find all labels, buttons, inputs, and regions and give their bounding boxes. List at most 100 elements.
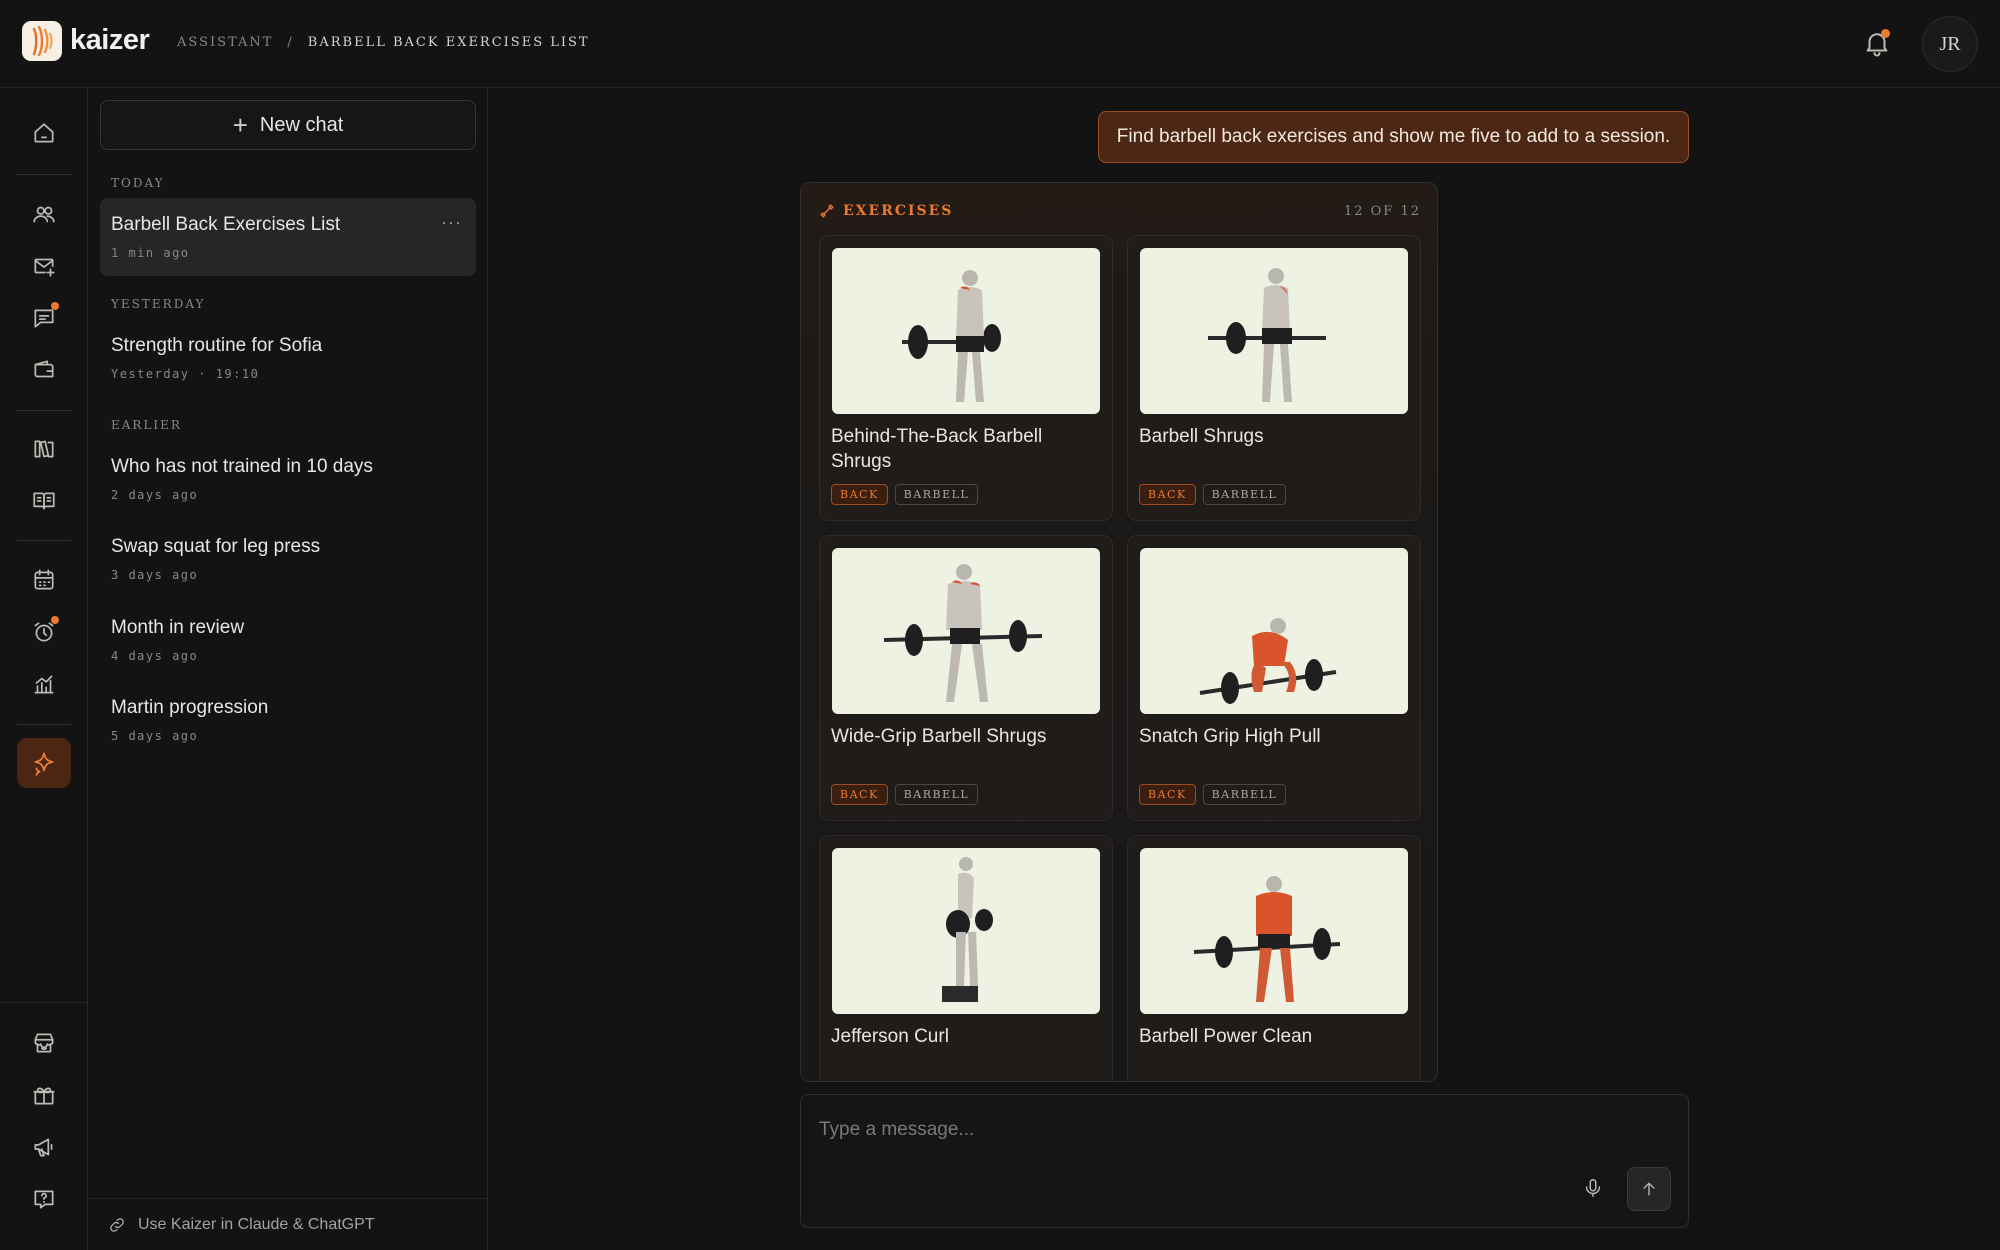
exercise-tile[interactable]: Behind-The-Back Barbell Shrugs BACK BARB… — [819, 235, 1113, 521]
home-icon — [34, 123, 54, 143]
exercise-image — [832, 848, 1100, 1014]
tag-barbell: BARBELL — [894, 784, 979, 805]
notification-badge — [1881, 29, 1890, 38]
exercise-image — [832, 248, 1100, 414]
exercise-tile[interactable]: Barbell Power Clean — [1127, 835, 1421, 1081]
link-icon — [110, 1217, 124, 1232]
tag-back: BACK — [831, 784, 888, 805]
exercises-result-card: EXERCISES 12 OF 12 Behind-The-Back Barbe… — [800, 182, 1438, 1082]
nav-messages[interactable] — [17, 293, 71, 343]
messages-badge — [51, 302, 59, 310]
exercise-name: Wide-Grip Barbell Shrugs — [831, 726, 1047, 747]
chat-item-barbell-back[interactable]: Barbell Back Exercises List 1 min ago ··… — [100, 198, 476, 276]
chat-item-not-trained[interactable]: Who has not trained in 10 days 2 days ag… — [100, 440, 476, 518]
new-chat-button[interactable]: + New chat — [100, 100, 476, 150]
rail-divider — [0, 1002, 88, 1003]
notifications-button[interactable] — [1862, 28, 1892, 58]
exercise-image — [1140, 548, 1408, 714]
nav-reminders[interactable] — [17, 607, 71, 657]
sparkle-icon — [34, 752, 54, 776]
chat-item-title: Barbell Back Exercises List — [111, 214, 341, 235]
analytics-icon — [34, 675, 54, 694]
chat-item-swap-squat[interactable]: Swap squat for leg press 3 days ago — [100, 520, 476, 598]
mail-plus-icon — [34, 258, 55, 277]
nav-payments[interactable] — [17, 345, 71, 395]
nav-announcements[interactable] — [17, 1122, 71, 1172]
exercise-tags: BACK BARBELL — [831, 784, 979, 805]
exercise-tile[interactable]: Snatch Grip High Pull BACK BARBELL — [1127, 535, 1421, 821]
chat-item-strength-routine[interactable]: Strength routine for Sofia Yesterday · 1… — [100, 319, 476, 397]
exercise-name: Jefferson Curl — [831, 1026, 949, 1047]
gift-icon — [33, 1087, 55, 1105]
rail-divider — [17, 724, 71, 725]
book-icon — [33, 492, 55, 510]
exercise-tags: BACK BARBELL — [831, 484, 979, 505]
kaizer-logo[interactable] — [22, 21, 62, 61]
nav-calendar[interactable] — [17, 555, 71, 605]
plus-icon: + — [232, 110, 248, 140]
chat-history-panel: + New chat TODAY Barbell Back Exercises … — [88, 88, 488, 1250]
chat-item-time: Yesterday · 19:10 — [111, 367, 260, 381]
exercise-tile[interactable]: Barbell Shrugs BACK BARBELL — [1127, 235, 1421, 521]
exercise-name: Barbell Shrugs — [1139, 426, 1264, 447]
nav-help[interactable] — [17, 1174, 71, 1224]
nav-assistant[interactable] — [17, 738, 71, 788]
section-today: TODAY — [111, 176, 165, 190]
chat-item-martin-progression[interactable]: Martin progression 5 days ago — [100, 681, 476, 759]
exercise-image — [1140, 248, 1408, 414]
exercise-tile[interactable]: Jefferson Curl — [819, 835, 1113, 1081]
tag-back: BACK — [1139, 484, 1196, 505]
chat-item-title: Month in review — [111, 617, 245, 638]
dumbbell-icon — [820, 204, 834, 218]
chat-item-title: Strength routine for Sofia — [111, 335, 323, 356]
message-composer: Type a message... — [800, 1094, 1689, 1228]
nav-rail — [0, 88, 88, 1250]
nav-invite[interactable] — [17, 241, 71, 291]
breadcrumb-assistant[interactable]: ASSISTANT — [177, 35, 273, 50]
breadcrumb-current: BARBELL BACK EXERCISES LIST — [307, 35, 590, 50]
rail-divider — [17, 410, 71, 411]
top-bar: kaizer ASSISTANT / BARBELL BACK EXERCISE… — [0, 0, 2000, 88]
help-icon — [34, 1190, 54, 1209]
nav-rewards[interactable] — [17, 1070, 71, 1120]
tag-back: BACK — [831, 484, 888, 505]
chat-item-title: Swap squat for leg press — [111, 536, 321, 557]
exercise-tags: BACK BARBELL — [1139, 784, 1287, 805]
integrations-label: Use Kaizer in Claude & ChatGPT — [138, 1215, 375, 1233]
exercise-name: Behind-The-Back Barbell Shrugs — [831, 426, 1043, 472]
nav-store[interactable] — [17, 1018, 71, 1068]
nav-home[interactable] — [17, 108, 71, 158]
nav-clients[interactable] — [17, 189, 71, 239]
chat-item-time: 1 min ago — [111, 246, 190, 260]
message-input[interactable]: Type a message... — [819, 1119, 974, 1141]
exercises-label-text: EXERCISES — [843, 203, 954, 219]
breadcrumb: ASSISTANT / BARBELL BACK EXERCISES LIST — [177, 35, 590, 50]
wallet-icon — [34, 360, 54, 378]
exercise-tags: BACK BARBELL — [1139, 484, 1287, 505]
chat-item-title: Who has not trained in 10 days — [111, 456, 373, 477]
users-icon — [33, 206, 55, 223]
nav-library[interactable] — [17, 424, 71, 474]
exercise-image — [1140, 848, 1408, 1014]
send-button[interactable] — [1627, 1167, 1671, 1211]
section-yesterday: YESTERDAY — [111, 297, 206, 311]
store-icon — [34, 1033, 54, 1053]
section-earlier: EARLIER — [111, 418, 182, 432]
more-options-icon[interactable]: ··· — [441, 212, 462, 233]
user-avatar[interactable]: JR — [1922, 16, 1978, 72]
nav-programs[interactable] — [17, 476, 71, 526]
chat-item-time: 4 days ago — [111, 649, 199, 663]
integrations-link[interactable]: Use Kaizer in Claude & ChatGPT — [88, 1198, 488, 1250]
breadcrumb-separator: / — [287, 35, 294, 50]
calendar-icon — [34, 569, 54, 590]
nav-analytics[interactable] — [17, 659, 71, 709]
chat-item-month-review[interactable]: Month in review 4 days ago — [100, 601, 476, 679]
brand-name: kaizer — [70, 24, 150, 56]
exercises-header: EXERCISES 12 OF 12 — [819, 201, 1421, 221]
voice-input-button[interactable] — [1582, 1175, 1604, 1201]
exercise-tile[interactable]: Wide-Grip Barbell Shrugs BACK BARBELL — [819, 535, 1113, 821]
tag-barbell: BARBELL — [1202, 484, 1287, 505]
rail-divider — [17, 174, 71, 175]
microphone-icon — [1585, 1179, 1601, 1197]
exercise-image — [832, 548, 1100, 714]
